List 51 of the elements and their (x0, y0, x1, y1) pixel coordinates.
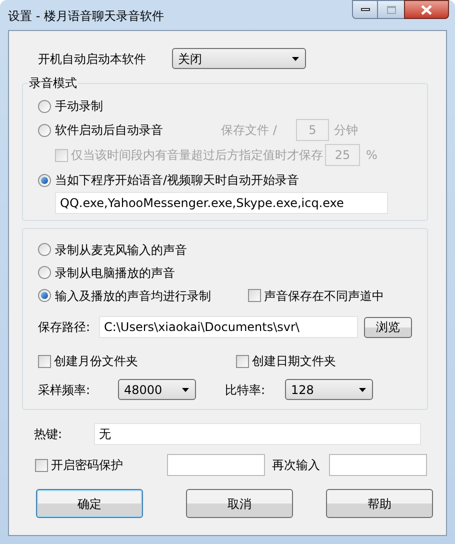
checkbox-label: 声音保存在不同声道中 (264, 288, 384, 304)
dropdown[interactable]: 48000 (118, 379, 196, 400)
radio-label: 当如下程序开始语音/视频聊天时自动开始录音 (55, 172, 300, 189)
dropdown-arrow-icon (292, 56, 299, 60)
radio-button[interactable] (38, 266, 51, 279)
hotkey-label: 热键: (34, 426, 64, 443)
checkbox-label: 开启密码保护 (51, 457, 123, 474)
radio-button[interactable] (38, 243, 51, 256)
checkbox[interactable] (38, 354, 51, 368)
dialog-button[interactable]: 浏览 (364, 316, 412, 338)
percent-unit: % (366, 147, 378, 164)
minimize-button[interactable] (352, 0, 378, 19)
confirm-password-field[interactable] (329, 454, 427, 476)
dialog-button[interactable]: 取消 (186, 489, 293, 518)
hotkey-field[interactable]: 无 (94, 423, 421, 445)
radio-label: 手动录制 (55, 98, 103, 115)
startup-label: 开机自动启动本软件 (38, 50, 147, 68)
maximize-icon (386, 6, 396, 14)
threshold-label: 仅当该时间段内有音量超过后方指定值时才保存 (71, 147, 323, 164)
programs-field[interactable]: QQ.exe,YahooMessenger.exe,Skype.exe,icq.exe (55, 192, 388, 214)
dialog-button[interactable]: 确定 (36, 489, 143, 518)
checkbox-label: 创建日期文件夹 (252, 353, 336, 370)
radio-label: 输入及播放的声音均进行录制 (55, 288, 212, 304)
window-title: 设置 - 楼月语音聊天录音软件 (8, 8, 164, 25)
checkbox[interactable] (248, 289, 261, 302)
save-path-field[interactable]: C:\Users\xiaokai\Documents\svr\ (98, 316, 358, 338)
bitrate-label: 比特率: (225, 382, 266, 398)
checkbox-label: 创建月份文件夹 (54, 353, 138, 370)
sample-rate-label: 采样频率: (38, 382, 92, 398)
radio-button[interactable] (38, 289, 51, 302)
password-field[interactable] (167, 454, 265, 476)
dropdown-arrow-icon (182, 388, 189, 392)
radio-button[interactable] (38, 174, 51, 186)
dialog-button[interactable]: 帮助 (326, 489, 433, 518)
confirm-label: 再次输入 (272, 457, 321, 474)
save-interval-label: 保存文件 / (221, 122, 278, 139)
close-button[interactable] (404, 0, 449, 19)
checkbox[interactable] (35, 458, 48, 472)
save-path-label: 保存路径: (38, 319, 92, 336)
close-icon (421, 4, 432, 14)
dropdown-arrow-icon (359, 388, 366, 392)
minimize-icon (360, 8, 370, 11)
group-legend: 录音模式 (28, 74, 78, 92)
dropdown[interactable]: 128 (285, 379, 373, 400)
radio-label: 软件启动后自动录音 (55, 122, 163, 139)
checkbox[interactable] (236, 354, 249, 368)
radio-button[interactable] (38, 100, 51, 112)
dropdown[interactable]: 关闭 (172, 48, 306, 69)
radio-label: 录制从电脑播放的声音 (55, 264, 176, 282)
minutes-unit: 分钟 (334, 122, 358, 139)
radio-label: 录制从麦克风输入的声音 (55, 242, 188, 258)
